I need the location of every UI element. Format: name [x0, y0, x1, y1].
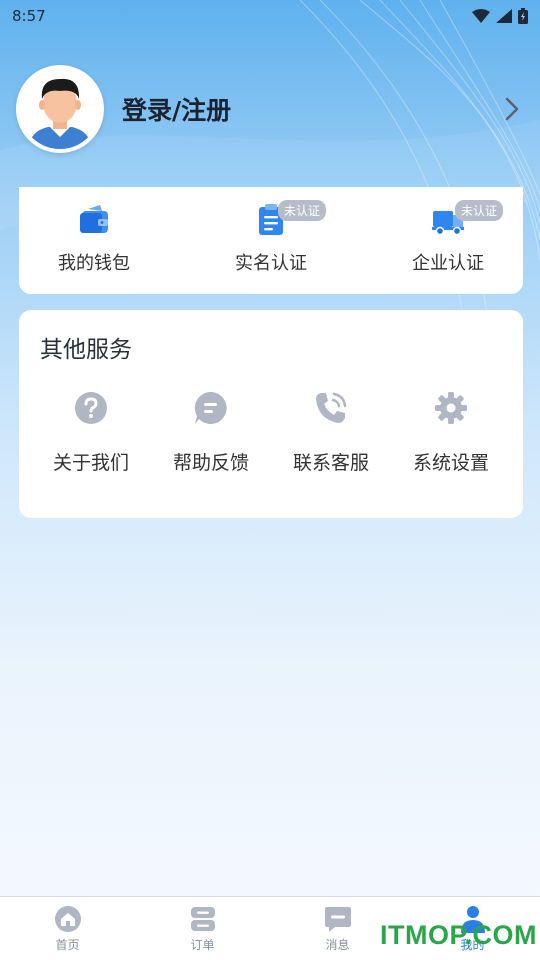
unverified-badge: 未认证	[455, 200, 504, 221]
status-bar: 8:57	[0, 0, 540, 32]
status-time: 8:57	[12, 7, 46, 25]
system-settings-item[interactable]: 系统设置	[391, 390, 511, 475]
home-icon	[54, 906, 81, 932]
other-services-title: 其他服务	[40, 337, 132, 363]
unverified-badge: 未认证	[278, 200, 327, 221]
about-us-item[interactable]: 关于我们	[31, 390, 151, 475]
profile-header[interactable]: 登录/注册	[16, 64, 524, 154]
contact-support-label: 联系客服	[292, 452, 369, 474]
nav-orders[interactable]: 订单	[135, 897, 270, 960]
enterprise-verification-item[interactable]: 企业认证 未认证	[403, 187, 504, 294]
signal-icon	[496, 9, 512, 23]
feedback-icon	[194, 391, 227, 424]
phone-icon	[316, 392, 347, 423]
wallet-item[interactable]: 我的钱包	[49, 187, 139, 294]
avatar-person-icon	[20, 69, 100, 149]
avatar[interactable]	[16, 65, 104, 153]
other-services-card: 其他服务 关于我们 帮助反馈 联系客服 系统设置	[19, 310, 523, 518]
watermark-text: ITMOP.COM	[380, 920, 538, 950]
quick-actions-card: 我的钱包 实名认证 未认证 企业认证 未认证	[19, 187, 523, 294]
nav-home-label: 首页	[55, 938, 80, 952]
orders-icon	[190, 907, 215, 931]
question-icon	[75, 392, 107, 424]
login-register-link[interactable]: 登录/注册	[122, 91, 500, 127]
wallet-icon	[80, 205, 108, 233]
chevron-right-icon[interactable]	[500, 97, 524, 121]
system-settings-label: 系统设置	[412, 452, 489, 474]
help-feedback-item[interactable]: 帮助反馈	[151, 390, 271, 475]
wifi-icon	[472, 9, 490, 23]
enterprise-verification-label: 企业认证	[412, 253, 484, 274]
about-us-label: 关于我们	[52, 452, 129, 474]
status-icons	[472, 8, 528, 24]
real-name-verification-item[interactable]: 实名认证 未认证	[226, 187, 327, 294]
nav-messages-label: 消息	[325, 938, 350, 952]
message-icon	[324, 907, 351, 932]
wallet-label: 我的钱包	[58, 253, 130, 274]
services-row: 关于我们 帮助反馈 联系客服 系统设置	[31, 390, 511, 475]
contact-support-item[interactable]: 联系客服	[271, 390, 391, 475]
real-name-verification-label: 实名认证	[235, 253, 307, 274]
nav-home[interactable]: 首页	[0, 897, 135, 960]
gear-icon	[435, 392, 467, 424]
nav-orders-label: 订单	[190, 938, 215, 952]
battery-icon	[518, 8, 528, 24]
help-feedback-label: 帮助反馈	[172, 452, 249, 474]
